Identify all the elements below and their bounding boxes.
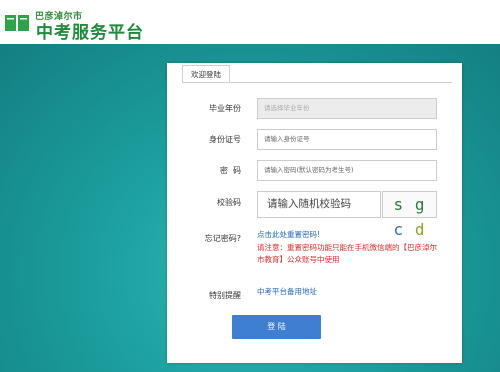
captcha-image[interactable]: s g c d — [382, 191, 437, 239]
password-input[interactable]: 请输入密码(默认密码为考生号) — [257, 160, 437, 181]
captcha-char: s — [393, 195, 405, 214]
graduation-year-select[interactable]: 请选择毕业年份 — [257, 98, 437, 119]
captcha-char: d — [414, 220, 426, 239]
tab-login[interactable]: 欢迎登陆 — [182, 65, 230, 83]
forgot-password-label: 忘记密码? — [204, 234, 241, 243]
logo-title: 中考服务平台 — [36, 23, 144, 43]
reset-password-link[interactable]: 点击此处重置密码! — [257, 229, 320, 240]
reset-notice: 请注意：重置密码功能只能在手机微信端的【巴彦淖尔市教育】公众账号中使用 — [257, 243, 437, 264]
backup-address-link[interactable]: 中考平台备用地址 — [257, 286, 317, 297]
id-number-input[interactable]: 请输入身份证号 — [257, 129, 437, 150]
id-number-label: 身份证号 — [209, 135, 241, 144]
special-reminder-label: 特别提醒 — [209, 291, 241, 300]
captcha-char: c — [393, 220, 405, 239]
captcha-label: 校验码 — [217, 198, 241, 207]
tab-divider — [182, 82, 452, 83]
captcha-input[interactable]: 请输入随机校验码 — [257, 191, 381, 218]
captcha-char: g — [414, 195, 426, 214]
graduation-year-label: 毕业年份 — [209, 104, 241, 113]
header: 巴彦淖尔市 中考服务平台 — [0, 0, 500, 44]
book-icon — [5, 14, 29, 32]
login-button[interactable]: 登 陆 — [232, 315, 321, 339]
password-label: 密 码 — [219, 166, 241, 175]
